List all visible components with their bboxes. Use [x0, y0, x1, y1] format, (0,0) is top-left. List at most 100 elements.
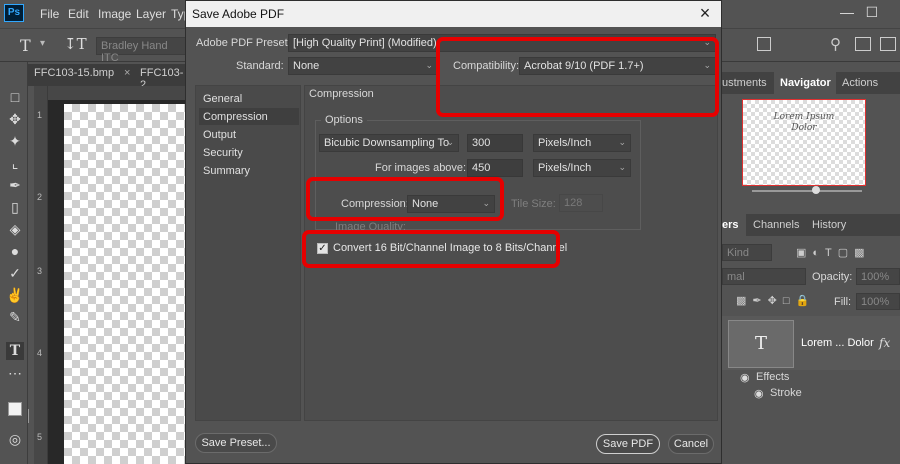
menu-image[interactable]: Image [98, 7, 131, 21]
zoom-slider[interactable] [752, 190, 862, 192]
menu-file[interactable]: File [40, 7, 59, 21]
pen-tool-icon[interactable]: ✓ [6, 264, 24, 282]
tab-navigator[interactable]: Navigator [774, 72, 836, 94]
navigator-preview[interactable]: Lorem Ipsum Dolor [742, 99, 866, 186]
share-icon[interactable] [880, 37, 896, 51]
tab-actions[interactable]: Actions [842, 77, 878, 89]
type-tool-icon[interactable]: T [20, 36, 31, 55]
vertical-type-toggle-icon[interactable]: ↧T [64, 35, 87, 53]
dialog-sidebar: General Compression Output Security Summ… [195, 85, 301, 421]
chevron-down-icon: ⌄ [618, 137, 626, 147]
eraser-tool-icon[interactable]: ▯ [6, 198, 24, 216]
layer-thumbnail: T [728, 320, 794, 368]
document-canvas[interactable] [64, 104, 188, 464]
dialog-titlebar: Save Adobe PDF × [186, 1, 721, 27]
blend-mode-select[interactable]: mal [722, 268, 806, 285]
downsample-unit-value: Pixels/Inch [538, 137, 592, 149]
downsample-resolution-input[interactable]: 300 [467, 134, 523, 152]
save-preset-button[interactable]: Save Preset... [195, 433, 277, 453]
bucket-tool-icon[interactable]: ◈ [6, 220, 24, 238]
highlight-convert-16bit [302, 230, 560, 268]
search-icon[interactable]: ⚲ [830, 35, 841, 53]
panel-icon[interactable] [757, 37, 771, 51]
ruler-number: 1 [37, 110, 43, 120]
images-above-input[interactable]: 450 [467, 159, 523, 177]
layer-filter-icons[interactable]: ▣◐T▢▩ [796, 246, 871, 259]
window-controls[interactable]: — ☐ [840, 4, 894, 22]
font-family-input[interactable]: Bradley Hand ITC [96, 37, 186, 64]
preset-label: Adobe PDF Preset: [196, 37, 291, 49]
downsample-method-value: Bicubic Downsampling To [324, 137, 450, 149]
dialog-title: Save Adobe PDF [192, 7, 285, 21]
navigator-preview-text: Lorem Ipsum [773, 112, 835, 122]
chevron-down-icon: ⌄ [425, 60, 433, 70]
highlight-compatibility [436, 37, 719, 117]
tab-document-1[interactable]: FFC103-15.bmp [34, 67, 114, 79]
photoshop-logo: Ps [4, 4, 24, 22]
workspace-icon[interactable] [855, 37, 871, 51]
tools-panel: □ ✥ ✦ ⌞ ✒ ▯ ◈ ● ✓ ✌ ✎ T ⋯ ◎ [0, 62, 29, 464]
ruler-number: 4 [37, 348, 43, 358]
eyedropper-tool-icon[interactable]: ✎ [6, 308, 24, 326]
lock-icons[interactable]: ▩✒✥□🔒 [736, 294, 815, 307]
opacity-input[interactable]: 100% [856, 268, 900, 285]
tab-channels[interactable]: Channels [753, 219, 799, 231]
quick-mask-icon[interactable]: ◎ [6, 430, 24, 448]
fill-label: Fill: [834, 296, 852, 308]
marquee-tool-icon[interactable]: □ [6, 88, 24, 106]
layer-fx-icon[interactable]: fx [879, 336, 890, 350]
sidebar-item-general[interactable]: General [199, 90, 299, 107]
document-tab-bar: FFC103-15.bmp × FFC103-2 [28, 64, 188, 91]
section-title: Compression [309, 88, 374, 100]
ruler-number: 2 [37, 192, 43, 202]
preset-select-value: [High Quality Print] (Modified) [293, 37, 437, 49]
crop-tool-icon[interactable]: ⌞ [6, 154, 24, 172]
tab-layers[interactable]: ers [722, 214, 746, 236]
standard-select-value: None [293, 60, 320, 72]
highlight-compression [306, 177, 504, 221]
cancel-button[interactable]: Cancel [668, 434, 714, 454]
sidebar-item-summary[interactable]: Summary [199, 162, 299, 179]
more-tools-icon[interactable]: ⋯ [6, 364, 24, 382]
images-above-unit-select[interactable]: Pixels/Inch ⌄ [533, 159, 631, 177]
close-icon[interactable]: × [124, 67, 130, 79]
tab-adjustments[interactable]: ustments [722, 77, 767, 89]
opacity-label: Opacity: [812, 271, 853, 283]
stroke-effect-label: Stroke [770, 387, 802, 399]
move-tool-icon[interactable]: ✥ [6, 110, 24, 128]
horizontal-ruler [34, 86, 194, 100]
eye-icon[interactable]: ◉ [740, 371, 750, 384]
fill-input[interactable]: 100% [856, 293, 900, 310]
chevron-down-icon[interactable]: ▾ [40, 38, 45, 49]
effects-label: Effects [756, 371, 790, 383]
standard-select[interactable]: None ⌄ [288, 57, 438, 75]
magic-wand-icon[interactable]: ✦ [6, 132, 24, 150]
panel-tabs-mid [722, 214, 900, 236]
sidebar-item-compression[interactable]: Compression [199, 108, 299, 125]
downsample-method-select[interactable]: Bicubic Downsampling To ⌄ [319, 134, 459, 152]
close-icon[interactable]: × [695, 3, 715, 24]
smudge-tool-icon[interactable]: ● [6, 242, 24, 260]
navigator-preview-text: Dolor [791, 123, 817, 133]
ruler-number: 5 [37, 432, 43, 442]
downsample-unit-select[interactable]: Pixels/Inch ⌄ [533, 134, 631, 152]
ruler-number: 3 [37, 266, 43, 276]
standard-label: Standard: [236, 60, 284, 72]
hand-tool-icon[interactable]: ✌ [6, 286, 24, 304]
sidebar-item-output[interactable]: Output [199, 126, 299, 143]
layer-filter-kind[interactable]: Kind [722, 244, 772, 261]
tab-history[interactable]: History [812, 219, 846, 231]
brush-tool-icon[interactable]: ✒ [6, 176, 24, 194]
menu-edit[interactable]: Edit [68, 7, 89, 21]
menu-layer[interactable]: Layer [136, 7, 166, 21]
sidebar-item-security[interactable]: Security [199, 144, 299, 161]
save-pdf-button[interactable]: Save PDF [596, 434, 660, 454]
text-tool-icon[interactable]: T [6, 342, 24, 360]
foreground-color-swatch[interactable] [8, 402, 22, 416]
tile-size-label: Tile Size: [511, 198, 556, 210]
eye-icon[interactable]: ◉ [754, 387, 764, 400]
vertical-ruler: 1 2 3 4 5 [34, 86, 48, 464]
tile-size-input[interactable]: 128 [559, 194, 603, 212]
layer-name[interactable]: Lorem ... Dolor [801, 337, 874, 349]
zoom-slider-handle[interactable] [812, 186, 820, 194]
